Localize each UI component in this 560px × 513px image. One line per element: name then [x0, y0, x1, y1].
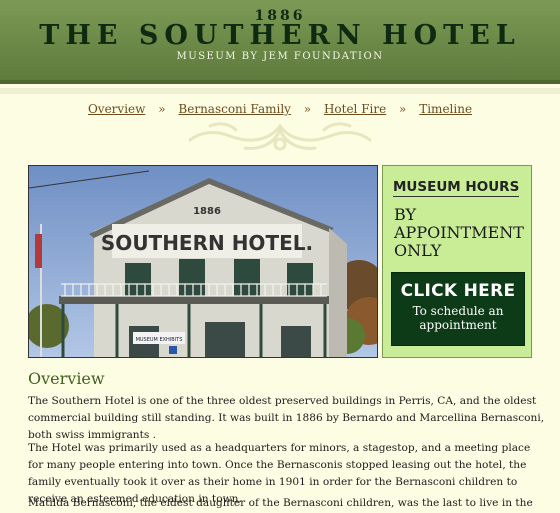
- overview-paragraph: Matilda Bernasconi, the eldest daughter …: [28, 497, 533, 509]
- nav-separator: »: [303, 102, 312, 116]
- photo-museum-sign: MUSEUM EXHIBITS: [136, 337, 183, 343]
- site-header: 1886 THE SOUTHERN HOTEL MUSEUM BY JEM FO…: [0, 0, 560, 84]
- header-divider: [0, 88, 560, 94]
- museum-hours-panel: MUSEUM HOURS BY APPOINTMENT ONLY CLICK H…: [382, 165, 532, 358]
- nav-link-hotel-fire[interactable]: Hotel Fire: [324, 102, 386, 116]
- museum-hours-title: MUSEUM HOURS: [393, 179, 520, 197]
- site-title[interactable]: THE SOUTHERN HOTEL: [0, 20, 560, 51]
- museum-hours-text: BY APPOINTMENT ONLY: [394, 205, 524, 260]
- nav-link-overview[interactable]: Overview: [88, 102, 145, 116]
- overview-paragraph: The Southern Hotel is one of the three o…: [28, 395, 545, 441]
- nav-separator: »: [399, 102, 407, 116]
- photo-sign-text: SOUTHERN HOTEL.: [101, 231, 313, 255]
- main-nav: Overview » Bernasconi Family » Hotel Fir…: [0, 102, 560, 116]
- overview-heading: Overview: [28, 369, 105, 388]
- hotel-photo: 1886 SOUTHERN HOTEL. MUSEUM EXHIBITS: [28, 165, 378, 358]
- schedule-appointment-button[interactable]: CLICK HERE To schedule an appointment: [391, 272, 525, 346]
- nav-separator: »: [158, 102, 166, 116]
- site-subtitle: MUSEUM BY JEM FOUNDATION: [176, 51, 384, 62]
- photo-sign-year: 1886: [193, 206, 221, 217]
- cta-main-label: CLICK HERE: [400, 281, 516, 301]
- decorative-flourish: [188, 122, 372, 151]
- nav-link-timeline[interactable]: Timeline: [419, 102, 472, 116]
- cta-sub-label: To schedule an appointment: [412, 304, 504, 332]
- nav-link-bernasconi-family[interactable]: Bernasconi Family: [178, 102, 291, 116]
